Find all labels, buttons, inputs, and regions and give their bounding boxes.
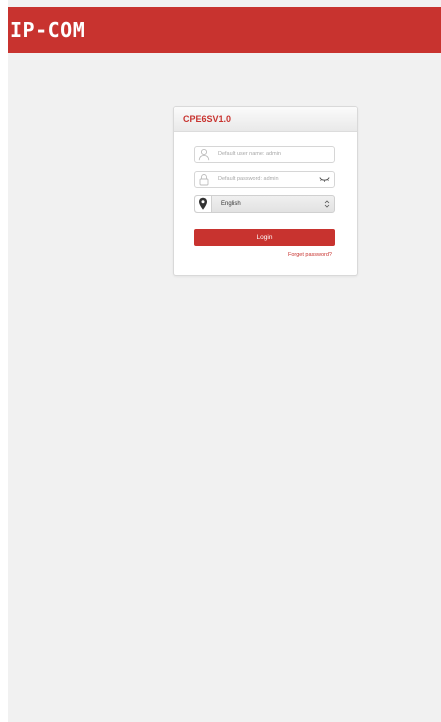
password-field[interactable]: Default password: admin [194, 171, 335, 188]
left-edge [0, 0, 8, 722]
language-selected-value: English [221, 201, 241, 207]
username-field[interactable]: Default user name: admin [194, 146, 335, 163]
select-arrows-icon [324, 200, 330, 208]
top-header-bar: IP-COM [8, 7, 441, 53]
forget-password-link[interactable]: Forget password? [288, 251, 332, 259]
language-icon-box [195, 196, 212, 212]
device-model-title: CPE6SV1.0 [183, 114, 232, 124]
location-pin-icon [199, 197, 207, 210]
lock-icon [199, 174, 209, 186]
language-select[interactable]: English [194, 195, 335, 213]
eye-closed-icon[interactable] [319, 176, 330, 183]
brand-logo: IP-COM [10, 18, 86, 42]
login-panel-header: CPE6SV1.0 [174, 107, 357, 132]
login-button[interactable]: Login [194, 229, 335, 246]
user-icon [198, 148, 210, 161]
username-placeholder: Default user name: admin [218, 151, 281, 157]
content-area: IP-COM CPE6SV1.0 Default user name: admi… [8, 0, 441, 722]
password-placeholder: Default password: admin [218, 176, 279, 182]
page: IP-COM CPE6SV1.0 Default user name: admi… [0, 0, 441, 722]
login-panel: CPE6SV1.0 Default user name: admin Defau… [173, 106, 358, 276]
